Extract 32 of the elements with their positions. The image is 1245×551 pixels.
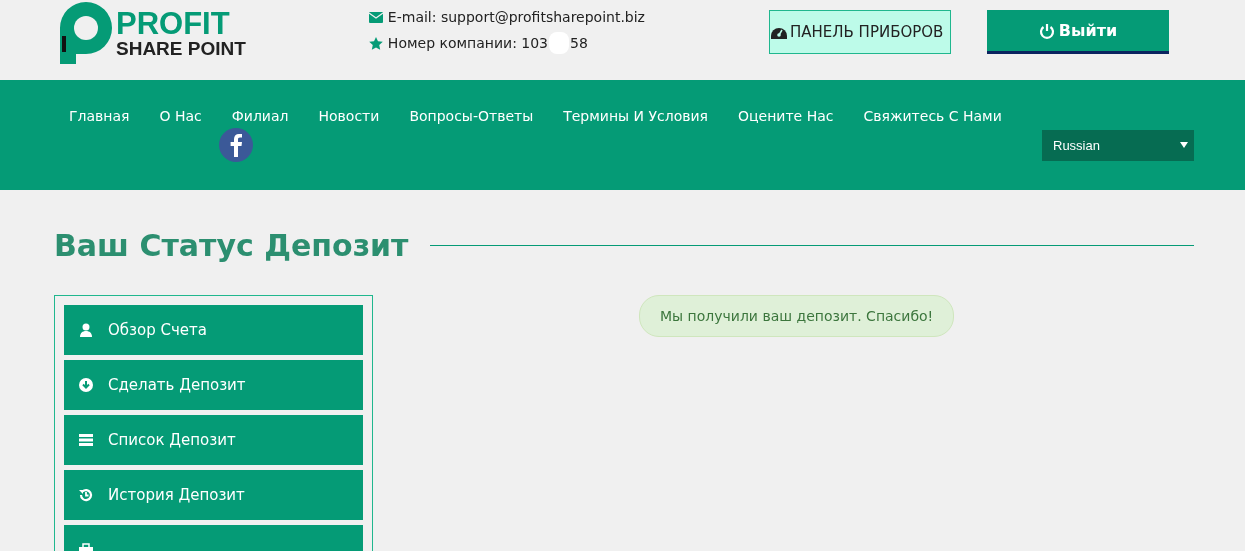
dashboard-button[interactable]: ПАНЕЛЬ ПРИБОРОВ [768, 10, 951, 54]
logo-subtitle: SHARE POINT [116, 39, 246, 58]
sidebar-item[interactable]: Список Депозит [64, 415, 363, 465]
nav-link[interactable]: Свяжитесь С Нами [848, 105, 1017, 127]
power-icon [1038, 22, 1055, 39]
nav-link[interactable]: Новости [303, 105, 395, 127]
nav-link[interactable]: Оцените Нас [723, 105, 849, 127]
phone-text: 58 [570, 35, 588, 51]
envelope-icon [368, 11, 383, 23]
nav-link[interactable]: Вопросы-Ответы [394, 105, 549, 127]
success-message: Мы получили ваш депозит. Спасибо! [639, 295, 955, 337]
sidebar-item[interactable]: Сделать Депозит [64, 360, 363, 410]
gauge-icon [770, 25, 787, 39]
facebook-icon[interactable] [219, 128, 253, 162]
caret-icon [1180, 142, 1188, 148]
history-icon [78, 487, 94, 503]
nav-link[interactable]: О Нас [144, 105, 217, 127]
sidebar-item[interactable]: История Депозит [64, 470, 363, 520]
sidebar-item[interactable]: Обзор Счета [64, 305, 363, 355]
download-icon [78, 377, 94, 393]
nav-link[interactable]: Филиал [216, 105, 304, 127]
logo-title: PROFIT [116, 8, 231, 39]
star-icon [368, 36, 383, 50]
email-text: E-mail: support@profitsharepoint.biz [387, 9, 645, 25]
nav-link[interactable]: Главная [54, 105, 145, 127]
language-select[interactable]: Russian [1042, 129, 1194, 161]
phone-text: Номер компании: 103 [387, 35, 549, 51]
logout-button[interactable]: Выйти [986, 10, 1169, 54]
page-title: Ваш Статус Депозит [54, 228, 409, 263]
list-icon [78, 432, 94, 448]
user-icon [78, 322, 94, 338]
nav-link[interactable]: Термины И Условия [548, 105, 723, 127]
